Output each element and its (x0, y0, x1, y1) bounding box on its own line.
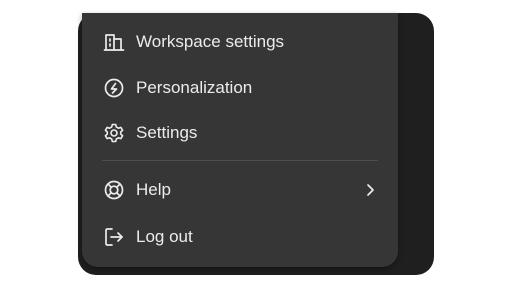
personalization-icon (103, 77, 125, 99)
menu-item-personalization[interactable]: Personalization (82, 69, 398, 107)
menu-item-settings[interactable]: Settings (82, 114, 398, 152)
menu-item-logout[interactable]: Log out (82, 218, 398, 256)
account-menu: Workspace settings Personalization Setti… (82, 13, 398, 267)
menu-item-label: Log out (136, 227, 193, 246)
menu-item-help[interactable]: Help (82, 171, 398, 209)
building-icon (103, 31, 125, 53)
menu-item-label: Personalization (136, 78, 253, 97)
menu-item-workspace-settings[interactable]: Workspace settings (82, 23, 398, 61)
logout-icon (103, 226, 125, 248)
menu-divider (102, 160, 378, 161)
menu-item-label: Workspace settings (136, 32, 285, 51)
lifebuoy-icon (103, 179, 125, 201)
menu-item-label: Help (136, 180, 171, 199)
gear-icon (103, 122, 125, 144)
chevron-right-icon (364, 182, 376, 198)
menu-item-label: Settings (136, 123, 198, 142)
